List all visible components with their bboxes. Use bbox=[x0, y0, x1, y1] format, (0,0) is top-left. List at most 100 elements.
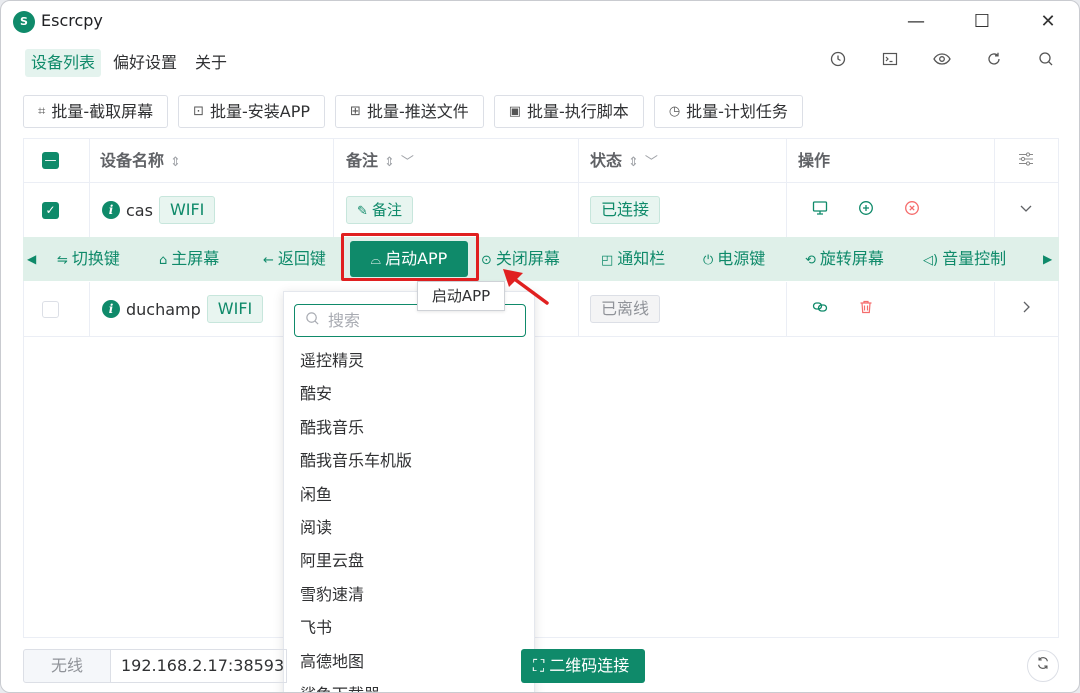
remark-label: 备注 bbox=[372, 201, 403, 219]
action-label: 返回键 bbox=[277, 249, 326, 268]
link-icon[interactable] bbox=[812, 299, 828, 319]
action-home[interactable]: ⌂ 主屏幕 bbox=[159, 237, 219, 281]
batch-push-label: 批量-推送文件 bbox=[366, 102, 469, 121]
col-divider bbox=[578, 282, 579, 337]
action-label: 通知栏 bbox=[617, 249, 666, 268]
disconnect-icon[interactable] bbox=[904, 200, 920, 220]
search-icon[interactable] bbox=[1037, 51, 1055, 73]
filter-icon[interactable]: ﹀ bbox=[645, 155, 658, 170]
batch-push-file-button[interactable]: ⊞ 批量-推送文件 bbox=[335, 95, 484, 128]
remark-button[interactable]: ✎ 备注 bbox=[346, 196, 414, 224]
sort-icon[interactable]: ⇕ bbox=[170, 155, 181, 170]
list-item[interactable]: 雪豹速清 bbox=[300, 578, 520, 611]
action-power[interactable]: ⏻ 电源键 bbox=[703, 237, 765, 281]
app-select-dropdown: 遥控精灵 酷安 酷我音乐 酷我音乐车机版 闲鱼 阅读 阿里云盘 雪豹速清 飞书 … bbox=[283, 291, 535, 692]
connection-mode-label: 无线 bbox=[23, 649, 111, 683]
clock-icon[interactable] bbox=[829, 51, 847, 73]
header-actions: 操作 bbox=[798, 151, 831, 170]
batch-run-script-button[interactable]: ▣ 批量-执行脚本 bbox=[493, 95, 644, 128]
col-divider bbox=[333, 139, 334, 183]
list-item[interactable]: 闲鱼 bbox=[300, 478, 520, 511]
volume-icon: ◁) bbox=[923, 253, 939, 268]
title-bar: S Escrcpy — ☐ ✕ bbox=[1, 1, 1079, 43]
batch-install-label: 批量-安装APP bbox=[210, 102, 311, 121]
col-divider bbox=[994, 183, 995, 238]
device-name-cell: i cas WIFI bbox=[102, 196, 216, 224]
device-name-cell: i duchamp WIFI bbox=[102, 295, 264, 323]
list-item[interactable]: 酷我音乐 bbox=[300, 411, 520, 444]
terminal-icon[interactable] bbox=[881, 51, 899, 73]
action-notification[interactable]: ◰ 通知栏 bbox=[601, 237, 665, 281]
list-item[interactable]: 鲨鱼下载器 bbox=[300, 678, 520, 692]
list-item[interactable]: 飞书 bbox=[300, 611, 520, 644]
menu-preferences[interactable]: 偏好设置 bbox=[107, 49, 183, 77]
eye-icon[interactable] bbox=[933, 51, 951, 73]
annotation-arrow-icon bbox=[503, 269, 549, 305]
col-divider bbox=[994, 282, 995, 337]
col-divider bbox=[786, 282, 787, 337]
scroll-left-icon[interactable]: ◀ bbox=[27, 237, 36, 281]
action-back[interactable]: ← 返回键 bbox=[263, 237, 326, 281]
filter-icon[interactable]: ﹀ bbox=[401, 155, 414, 170]
mirror-screen-icon[interactable] bbox=[812, 200, 828, 220]
edit-icon: ✎ bbox=[357, 204, 373, 219]
list-item[interactable]: 阿里云盘 bbox=[300, 544, 520, 577]
action-rotate[interactable]: ⟲ 旋转屏幕 bbox=[805, 237, 884, 281]
qr-connect-button[interactable]: ⛶ 二维码连接 bbox=[521, 649, 645, 683]
action-volume[interactable]: ◁) 音量控制 bbox=[923, 237, 1006, 281]
sort-icon[interactable]: ⇕ bbox=[384, 155, 395, 170]
top-toolbar bbox=[829, 51, 1055, 73]
device-table: — 设备名称 ⇕ 备注 ⇕ ﹀ 状态 ⇕ ﹀ 操作 ✓ i cas WIFI ✎… bbox=[23, 138, 1059, 638]
list-item[interactable]: 酷安 bbox=[300, 377, 520, 410]
col-divider bbox=[89, 139, 90, 183]
address-input[interactable]: 192.168.2.17:38593 bbox=[111, 649, 287, 683]
status-badge: 已连接 bbox=[590, 196, 661, 224]
home-icon: ⌂ bbox=[159, 253, 168, 268]
column-settings-icon[interactable] bbox=[1018, 139, 1034, 183]
batch-schedule-button[interactable]: ◷ 批量-计划任务 bbox=[653, 95, 803, 128]
row-checkbox[interactable] bbox=[42, 301, 59, 318]
arrow-left-icon: ← bbox=[263, 253, 274, 268]
list-item[interactable]: 酷我音乐车机版 bbox=[300, 444, 520, 477]
refresh-devices-button[interactable] bbox=[1027, 650, 1059, 682]
close-button[interactable]: ✕ bbox=[1025, 7, 1071, 37]
batch-screenshot-button[interactable]: ⌗ 批量-截取屏幕 bbox=[23, 95, 169, 128]
search-input[interactable] bbox=[328, 311, 508, 330]
maximize-button[interactable]: ☐ bbox=[959, 7, 1005, 37]
select-all-checkbox[interactable]: — bbox=[42, 152, 59, 169]
refresh-icon[interactable] bbox=[985, 51, 1003, 73]
batch-install-app-button[interactable]: ⊡ 批量-安装APP bbox=[178, 95, 326, 128]
action-label: 旋转屏幕 bbox=[819, 249, 884, 268]
info-icon[interactable]: i bbox=[102, 300, 120, 318]
row-checkbox[interactable]: ✓ bbox=[42, 202, 59, 219]
minimize-button[interactable]: — bbox=[893, 7, 939, 37]
main-menu: 设备列表 偏好设置 关于 bbox=[25, 49, 233, 77]
list-item[interactable]: 遥控精灵 bbox=[300, 344, 520, 377]
launch-app-tooltip: 启动APP bbox=[417, 281, 505, 311]
sort-icon[interactable]: ⇕ bbox=[628, 155, 639, 170]
refresh-icon bbox=[1038, 657, 1048, 669]
chevron-down-icon[interactable] bbox=[1018, 200, 1034, 220]
col-divider bbox=[578, 183, 579, 238]
status-offline: 已离线 bbox=[590, 295, 661, 323]
menu-about[interactable]: 关于 bbox=[189, 49, 233, 77]
chevron-right-icon[interactable] bbox=[1018, 299, 1034, 319]
action-switch-key[interactable]: ⇋ 切换键 bbox=[57, 237, 120, 281]
app-list: 遥控精灵 酷安 酷我音乐 酷我音乐车机版 闲鱼 阅读 阿里云盘 雪豹速清 飞书 … bbox=[300, 344, 520, 692]
col-divider bbox=[333, 183, 334, 238]
scroll-right-icon[interactable]: ▶ bbox=[1043, 237, 1052, 281]
add-circle-icon[interactable] bbox=[858, 200, 874, 220]
col-divider bbox=[786, 139, 787, 183]
header-remark[interactable]: 备注 ⇕ ﹀ bbox=[346, 139, 414, 183]
info-icon[interactable]: i bbox=[102, 201, 120, 219]
header-device-name[interactable]: 设备名称 ⇕ bbox=[100, 139, 181, 183]
list-item[interactable]: 高德地图 bbox=[300, 645, 520, 678]
delete-icon[interactable] bbox=[858, 299, 874, 319]
status-badge: 已离线 bbox=[590, 295, 661, 323]
list-item[interactable]: 阅读 bbox=[300, 511, 520, 544]
row-actions bbox=[812, 299, 874, 319]
notification-icon: ◰ bbox=[601, 253, 614, 268]
menu-device-list[interactable]: 设备列表 bbox=[25, 49, 102, 77]
header-status[interactable]: 状态 ⇕ ﹀ bbox=[590, 139, 658, 183]
device-name: cas bbox=[126, 200, 153, 220]
